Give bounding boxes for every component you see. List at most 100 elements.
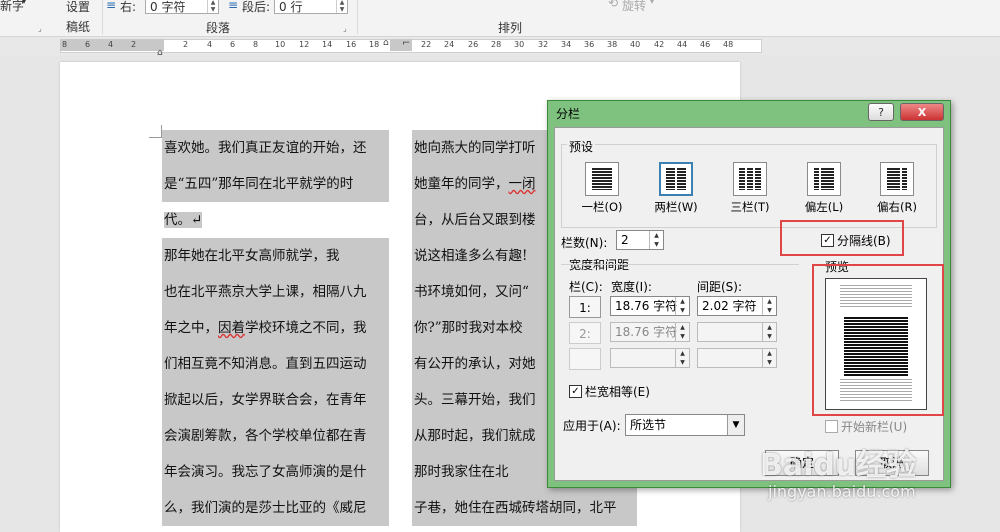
- indent-marker-icon[interactable]: ⌂: [383, 38, 389, 48]
- spacing-after-icon: ≡: [228, 0, 239, 12]
- ruler-tick-label: 36: [584, 40, 595, 49]
- ruler-tick-label: 6: [230, 40, 236, 49]
- left-text-column[interactable]: 喜欢她。我们真正友谊的开始，还 是“五四”那年同在北平就学的时 代。↵ 那年她在…: [162, 130, 389, 526]
- spacing-after-label: 段后:: [242, 0, 271, 14]
- preset-two-columns[interactable]: 两栏(W): [649, 162, 703, 215]
- dialog-launcher-icon[interactable]: ⌟: [343, 24, 347, 33]
- spinner-icon[interactable]: ▲ ▼: [336, 0, 347, 13]
- rotate-button[interactable]: 旋转: [622, 0, 646, 14]
- ribbon: 新字 ▾ ⌟ 设置 稿纸 ≡ 右: 0 字符 ▲ ▼ ≡ 段后: 0 行 ▲ ▼ 段…: [0, 0, 1000, 37]
- ruler-tick-label: 42: [654, 40, 665, 49]
- ruler-tick-label: 6: [85, 40, 91, 49]
- spinner-icon[interactable]: ▲ ▼: [675, 297, 689, 315]
- column-width-input-3[interactable]: ▲ ▼: [610, 348, 690, 368]
- preset-one-column[interactable]: 一栏(O): [575, 162, 629, 215]
- ruler-tick-label: 12: [299, 40, 310, 49]
- setup-button[interactable]: 设置: [66, 0, 90, 15]
- ruler-tick-label: 28: [491, 40, 502, 49]
- chevron-down-icon[interactable]: ▾: [22, 0, 26, 6]
- text-line: 子巷，她住在西城砖塔胡同，北平: [414, 500, 617, 516]
- column-spacing-input-3[interactable]: ▲ ▼: [697, 348, 777, 368]
- watermark-url: jingyan.baidu.com: [768, 482, 916, 501]
- spinner-icon[interactable]: ▲ ▼: [762, 297, 776, 315]
- new-column-label: 开始新栏(U): [841, 420, 908, 434]
- text-line: 代。↵: [162, 202, 389, 238]
- equal-width-checkbox[interactable]: ✓: [569, 385, 582, 398]
- dialog-launcher-icon[interactable]: ⌟: [38, 24, 42, 33]
- ruler-tick-label: 16: [346, 40, 357, 49]
- ruler-tick-label: 4: [207, 40, 213, 49]
- spinner-icon[interactable]: ▲ ▼: [675, 349, 689, 367]
- column-number-3[interactable]: [569, 348, 601, 370]
- column-width-input-1[interactable]: 18.76 字符 ▲ ▼: [610, 296, 690, 316]
- text-line: 会演剧筹款，各个学校单位都在青: [164, 428, 367, 444]
- ruler-tick-label: 4: [108, 40, 114, 49]
- spacing-after-input[interactable]: 0 行 ▲ ▼: [274, 0, 348, 14]
- ruler-tick-label: 24: [444, 40, 455, 49]
- text-line: 也在北平燕京大学上课，相隔八九: [164, 284, 367, 300]
- text-line-wavy: 年之中，因着学校环境之不同，我: [164, 320, 367, 336]
- spacing-header: 间距(S):: [697, 280, 743, 294]
- spinner-icon[interactable]: ▲ ▼: [675, 323, 689, 341]
- preset-right[interactable]: 偏右(R): [870, 162, 924, 215]
- num-columns-input[interactable]: 2 ▲ ▼: [616, 230, 664, 250]
- horizontal-ruler[interactable]: 8 6 4 2 2 4 6 8 10 12 14 16 18 22 24 26 28 30 32 34 36 38 40 42…: [0, 37, 1000, 58]
- ruler-tick-label: 34: [561, 40, 572, 49]
- margin-corner-mark: [149, 125, 162, 138]
- annotation-box-line-between: [780, 220, 904, 256]
- text-line: 么，我们演的是莎士比亚的《威尼: [164, 500, 367, 516]
- ruler-tick-label: 26: [468, 40, 479, 49]
- right-column-icon: [880, 162, 914, 196]
- ruler-tick-label: 48: [723, 40, 734, 49]
- spinner-icon[interactable]: ▲ ▼: [207, 0, 218, 13]
- column-number-1[interactable]: 1:: [569, 296, 601, 318]
- ruler-tick-label: 30: [514, 40, 525, 49]
- ruler-tick-label: 18: [369, 40, 380, 49]
- baidu-logo-watermark: Baidu经验: [760, 448, 917, 483]
- one-column-icon: [585, 162, 619, 196]
- chevron-down-icon[interactable]: ▼: [727, 415, 744, 435]
- indent-marker-icon[interactable]: ⌂: [157, 48, 163, 58]
- chevron-down-icon[interactable]: ▾: [650, 0, 654, 6]
- apply-to-select[interactable]: 所选节 ▼: [625, 414, 745, 436]
- new-column-checkbox[interactable]: [825, 420, 838, 433]
- ribbon-divider: [357, 0, 358, 34]
- ruler-tick-label: 2: [131, 40, 137, 49]
- three-columns-icon: [733, 162, 767, 196]
- column-number-2[interactable]: 2:: [569, 322, 601, 344]
- spinner-icon[interactable]: ▲ ▼: [762, 323, 776, 341]
- two-columns-icon: [659, 162, 693, 196]
- equal-width-label: 栏宽相等(E): [585, 385, 650, 399]
- spinner-icon[interactable]: ▲ ▼: [762, 349, 776, 367]
- annotation-box-preview: [812, 264, 944, 416]
- spellcheck-word: 因着: [218, 320, 245, 336]
- tab-stop-icon[interactable]: ⌐: [402, 38, 410, 49]
- ribbon-left-label[interactable]: 新字: [0, 0, 24, 14]
- preset-left[interactable]: 偏左(L): [797, 162, 851, 215]
- text-line: 是“五四”那年同在北平就学的时: [164, 176, 354, 192]
- ruler-tick-label: 2: [183, 40, 189, 49]
- arrange-group-label: 排列: [498, 21, 523, 35]
- ruler-tick-label: 22: [421, 40, 432, 49]
- close-button[interactable]: X: [900, 103, 944, 121]
- width-header: 宽度(I):: [611, 280, 652, 294]
- rotate-icon[interactable]: ⟲: [608, 0, 618, 10]
- column-width-input-2[interactable]: 18.76 字符 ▲ ▼: [610, 322, 690, 342]
- right-indent-icon: ≡: [106, 0, 117, 12]
- num-columns-label: 栏数(N):: [561, 236, 608, 250]
- text-line: 喜欢她。我们真正友谊的开始，还: [164, 140, 367, 156]
- dialog-title: 分栏: [556, 107, 581, 121]
- spinner-icon[interactable]: ▲ ▼: [649, 231, 663, 249]
- presets-label: 预设: [567, 138, 596, 155]
- ruler-tick-label: 32: [538, 40, 549, 49]
- text-line: 们相互竟不知消息。直到五四运动: [164, 356, 367, 372]
- column-spacing-input-1[interactable]: 2.02 字符 ▲ ▼: [697, 296, 777, 316]
- help-button[interactable]: ?: [868, 103, 894, 121]
- text-line: 年会演习。我忘了女高师演的是什: [164, 464, 367, 480]
- text-line: 掀起以后，女学界联合会，在青年: [164, 392, 367, 408]
- col-header: 栏(C):: [569, 280, 603, 294]
- preset-three-columns[interactable]: 三栏(T): [723, 162, 777, 215]
- column-spacing-input-2[interactable]: ▲ ▼: [697, 322, 777, 342]
- right-indent-input[interactable]: 0 字符 ▲ ▼: [145, 0, 219, 14]
- ruler-tick-label: 10: [275, 40, 286, 49]
